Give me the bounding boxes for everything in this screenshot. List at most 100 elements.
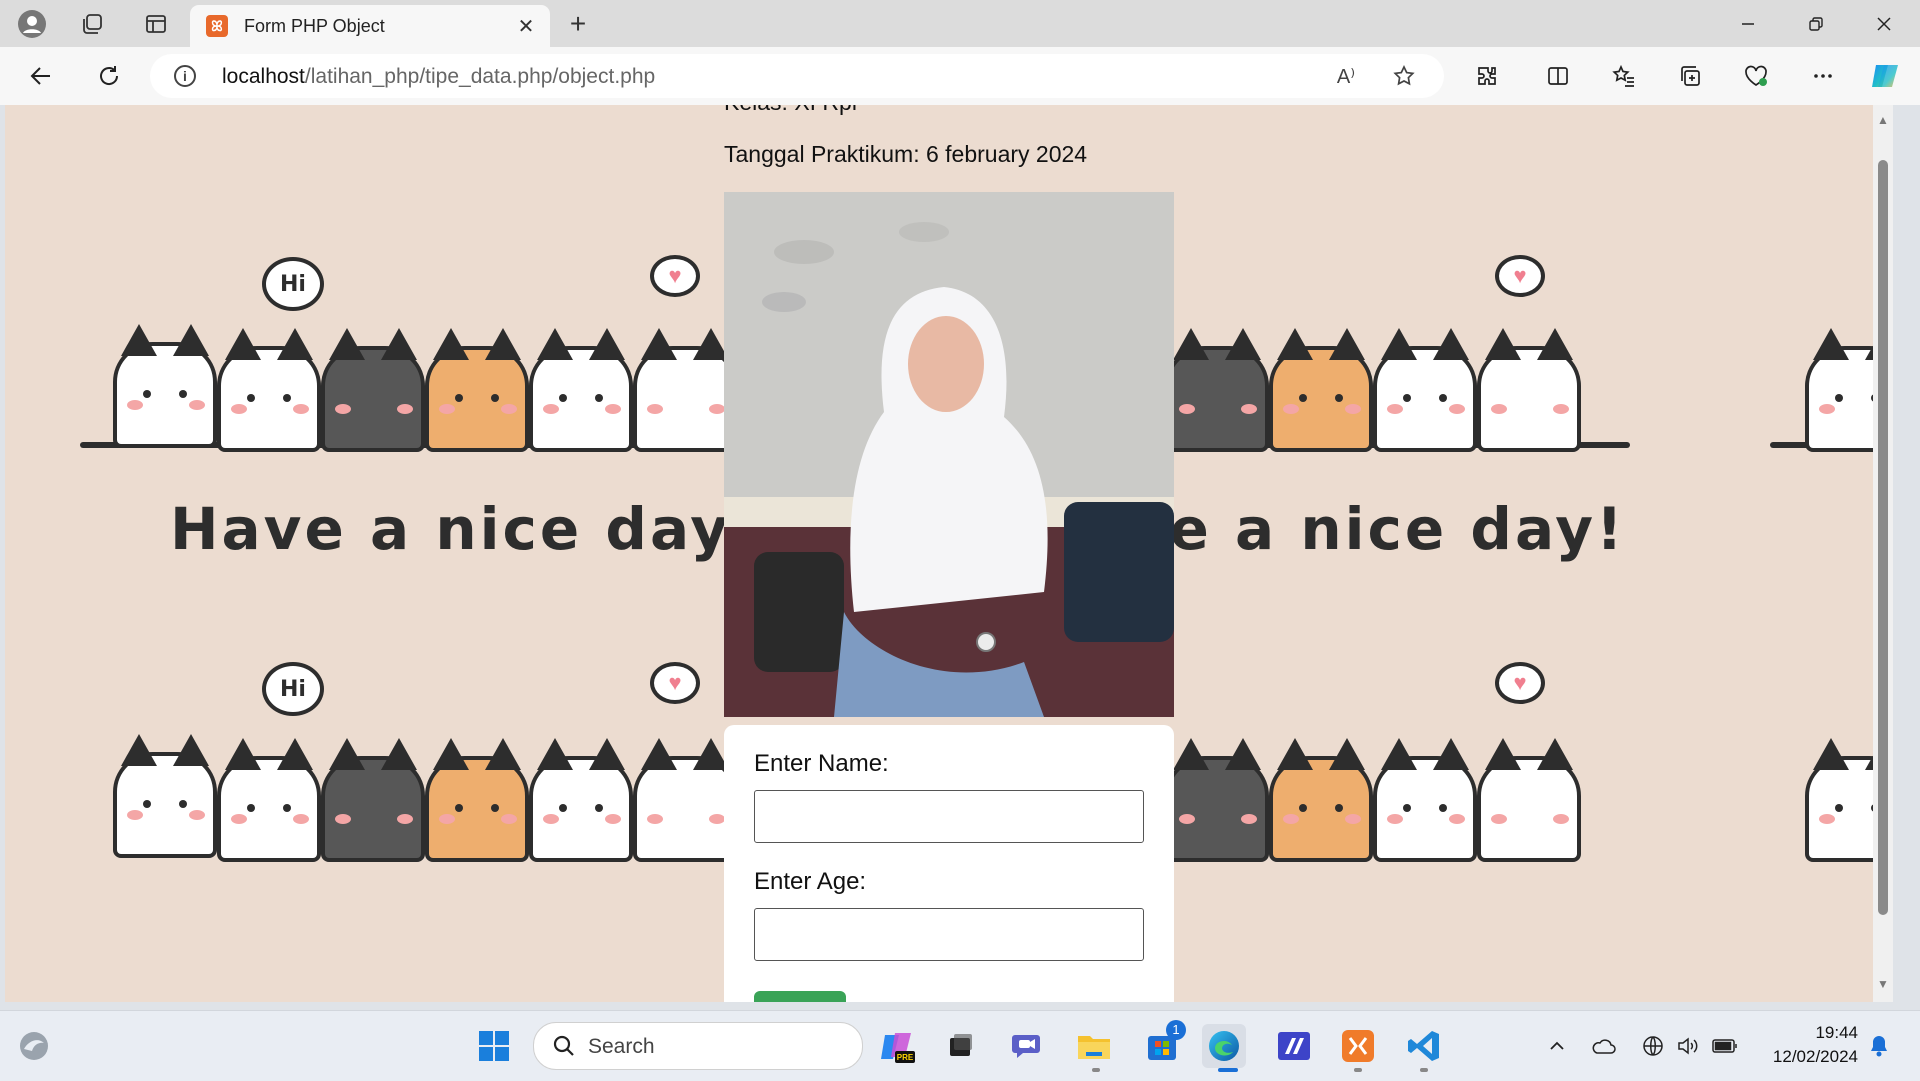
url-host: localhost	[222, 65, 305, 88]
store-notification-badge: 1	[1166, 1020, 1186, 1040]
collections-icon[interactable]	[1673, 59, 1707, 93]
notification-bell-icon[interactable]	[1866, 1033, 1892, 1059]
vscode-app-icon[interactable]	[1402, 1024, 1446, 1068]
name-input[interactable]	[754, 790, 1144, 843]
system-clock[interactable]: 19:44 12/02/2024	[1773, 1021, 1858, 1069]
tab-close-icon[interactable]: ✕	[512, 14, 540, 39]
profile-icon[interactable]	[16, 8, 48, 40]
extensions-icon[interactable]	[1470, 59, 1504, 93]
clock-date: 12/02/2024	[1772, 1047, 1858, 1066]
battery-icon[interactable]	[1712, 1033, 1738, 1059]
title-bar: ꕤ Form PHP Object ✕ +	[0, 0, 1920, 47]
scroll-thumb[interactable]	[1878, 160, 1888, 915]
close-window-button[interactable]	[1850, 0, 1918, 47]
workspaces-icon[interactable]	[76, 8, 108, 40]
search-placeholder: Search	[588, 1035, 655, 1058]
widgets-icon[interactable]	[12, 1024, 56, 1068]
heart-bubble-icon: ♥	[1495, 255, 1545, 297]
scroll-up-icon[interactable]: ▲	[1873, 113, 1893, 127]
kelas-text: Kelas: XI Rpl	[724, 105, 857, 116]
heart-bubble-icon: ♥	[650, 662, 700, 704]
have-a-nice-day-text: Have a nice day!	[170, 495, 761, 563]
microsoft-store-app-icon[interactable]: 1	[1140, 1020, 1186, 1068]
cat-illustration	[633, 328, 737, 452]
cat-illustration	[425, 328, 529, 452]
student-photo	[724, 192, 1174, 717]
cat-illustration	[1373, 738, 1477, 862]
url-path: /latihan_php/tipe_data.php/object.php	[304, 65, 656, 88]
tab-title: Form PHP Object	[244, 15, 385, 36]
cat-illustration	[1373, 328, 1477, 452]
hi-speech-bubble: Hi	[262, 662, 324, 716]
cat-illustration	[633, 738, 737, 862]
favorites-icon[interactable]	[1607, 59, 1641, 93]
search-icon	[553, 1035, 574, 1056]
cat-illustration	[217, 328, 321, 452]
cat-illustration	[113, 324, 217, 448]
cat-illustration	[1165, 328, 1269, 452]
hi-speech-bubble: Hi	[262, 257, 324, 311]
tanggal-text: Tanggal Praktikum: 6 february 2024	[724, 141, 1088, 167]
more-options-icon[interactable]	[1806, 59, 1840, 93]
vertical-tabs-icon[interactable]	[140, 8, 172, 40]
cat-illustration	[425, 738, 529, 862]
running-indicator	[1420, 1068, 1428, 1072]
url-text[interactable]: localhost/latihan_php/tipe_data.php/obje…	[222, 65, 655, 89]
cat-illustration	[1269, 738, 1373, 862]
cat-illustration	[1165, 738, 1269, 862]
xampp-app-icon[interactable]	[1336, 1024, 1380, 1068]
svg-text:PRE: PRE	[897, 1053, 914, 1062]
taskbar-search[interactable]: Search	[533, 1022, 863, 1070]
cat-illustration	[529, 328, 633, 452]
favorite-star-icon[interactable]	[1390, 64, 1418, 90]
cat-illustration	[1269, 328, 1373, 452]
running-indicator	[1092, 1068, 1100, 1072]
split-screen-icon[interactable]	[1541, 59, 1575, 93]
xampp-favicon-icon: ꕤ	[206, 15, 228, 37]
submit-button[interactable]	[754, 991, 846, 1002]
restore-button[interactable]	[1782, 0, 1850, 47]
page-scrollbar[interactable]: ▲ ▼	[1873, 105, 1893, 1002]
scroll-down-icon[interactable]: ▼	[1873, 977, 1893, 991]
windows-taskbar: Search PRE 1 19:44 12/02/2024	[0, 1010, 1920, 1081]
navigation-bar: i localhost/latihan_php/tipe_data.php/ob…	[0, 47, 1920, 105]
network-icon[interactable]	[1640, 1033, 1666, 1059]
read-aloud-icon[interactable]: A⁾	[1332, 64, 1360, 90]
heart-bubble-icon: ♥	[650, 255, 700, 297]
cat-illustration	[217, 738, 321, 862]
copilot-preview-app-icon[interactable]: PRE	[876, 1024, 920, 1068]
clock-time: 19:44	[1815, 1023, 1858, 1042]
active-indicator	[1218, 1068, 1238, 1072]
minimize-button[interactable]	[1714, 0, 1782, 47]
refresh-button[interactable]	[92, 59, 126, 93]
active-tab[interactable]: ꕤ Form PHP Object ✕	[190, 5, 550, 47]
task-view-app-icon[interactable]	[938, 1024, 982, 1068]
file-explorer-app-icon[interactable]	[1072, 1024, 1116, 1068]
running-indicator	[1354, 1068, 1362, 1072]
cat-illustration	[321, 738, 425, 862]
cat-illustration	[1477, 738, 1581, 862]
heart-bubble-icon: ♥	[1495, 662, 1545, 704]
visual-studio-app-icon[interactable]	[1272, 1024, 1316, 1068]
age-label: Enter Age:	[754, 868, 867, 895]
new-tab-button[interactable]: +	[562, 8, 594, 40]
show-hidden-icons-icon[interactable]	[1544, 1033, 1570, 1059]
browser-essentials-icon[interactable]	[1739, 59, 1773, 93]
age-input[interactable]	[754, 908, 1144, 961]
cat-illustration	[321, 328, 425, 452]
page-viewport: Hi ♥ ♥ Have a nice day! Have a nice day!…	[5, 105, 1893, 1002]
name-label: Enter Name:	[754, 750, 889, 777]
cat-illustration	[529, 738, 633, 862]
volume-icon[interactable]	[1674, 1033, 1700, 1059]
cat-illustration	[113, 734, 217, 858]
input-form: Enter Name: Enter Age:	[724, 725, 1174, 1002]
back-button[interactable]	[24, 59, 58, 93]
copilot-icon[interactable]	[1868, 59, 1902, 93]
edge-app-icon[interactable]	[1202, 1024, 1246, 1068]
site-info-icon[interactable]: i	[174, 65, 196, 87]
onedrive-icon[interactable]	[1590, 1033, 1616, 1059]
address-bar[interactable]: i localhost/latihan_php/tipe_data.php/ob…	[150, 54, 1444, 98]
start-button[interactable]	[472, 1024, 516, 1068]
teams-chat-app-icon[interactable]	[1006, 1024, 1050, 1068]
cat-illustration	[1477, 328, 1581, 452]
